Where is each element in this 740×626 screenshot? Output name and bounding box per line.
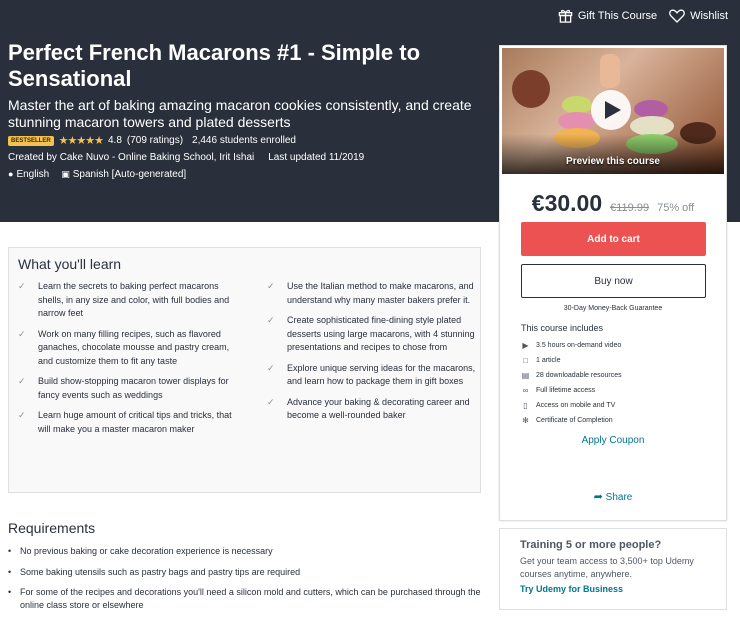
requirements-list: No previous baking or cake decoration ex… (8, 545, 488, 619)
check-icon: ✓ (267, 315, 275, 325)
requirements-title: Requirements (8, 520, 96, 536)
purchase-card: Preview this course €30.00 €119.99 75% o… (499, 45, 727, 521)
check-icon: ✓ (267, 396, 275, 407)
original-price: €119.99 (610, 202, 650, 214)
last-updated: Last updated 11/2019 (268, 152, 365, 163)
include-text: Access on mobile and TV (536, 402, 616, 409)
certificate-icon: ✻ (522, 416, 529, 425)
course-preview-video[interactable]: Preview this course (502, 48, 724, 174)
price-row: €30.00 €119.99 75% off (500, 190, 726, 217)
learn-list-right: ✓ Use the Italian method to make macarons… (267, 280, 482, 430)
gift-course-label: Gift This Course (577, 9, 658, 22)
learn-text: Advance your baking & decorating career … (287, 396, 470, 421)
heart-icon (669, 9, 685, 23)
business-promo: Training 5 or more people? Get your team… (499, 528, 727, 610)
add-to-cart-button[interactable]: Add to cart (521, 222, 706, 256)
article-icon: □ (523, 356, 528, 365)
mobile-icon: ▯ (523, 401, 528, 410)
include-text: Full lifetime access (536, 387, 596, 394)
learn-item: ✓ Work on many filling recipes, such as f… (18, 328, 233, 369)
wishlist-label: Wishlist (690, 9, 728, 22)
wishlist-button[interactable]: Wishlist (669, 9, 728, 23)
include-text: Certificate of Completion (536, 417, 613, 424)
rating-value: 4.8 (107, 135, 122, 146)
language-row: ● English ▣ Spanish [Auto-generated] (8, 169, 186, 180)
learn-text: Learn the secrets to baking perfect maca… (38, 281, 230, 318)
video-icon: ▶ (522, 341, 529, 350)
includes-title: This course includes (521, 323, 604, 333)
check-icon: ✓ (18, 281, 26, 291)
infinity-icon: ∞ (522, 386, 529, 395)
share-button[interactable]: ➦ Share (500, 490, 726, 503)
learn-item: ✓ Build show-stopping macaron tower displ… (18, 375, 233, 402)
apply-coupon-link[interactable]: Apply Coupon (500, 435, 726, 446)
instructors-link[interactable]: Created by Cake Nuvo - Online Baking Sch… (8, 152, 254, 163)
captions-label: Spanish [Auto-generated] (72, 169, 187, 180)
learn-item: ✓ Advance your baking & decorating career… (267, 396, 482, 423)
share-icon: ➦ (593, 491, 603, 503)
learn-item: ✓ Create sophisticated fine-dining style … (267, 314, 482, 355)
check-icon: ✓ (267, 362, 275, 373)
include-item: ∞ Full lifetime access (521, 383, 622, 398)
closed-captions-icon: ▣ (61, 169, 70, 179)
money-back-guarantee: 30-Day Money-Back Guarantee (563, 305, 663, 312)
business-description: Get your team access to 3,500+ top Udemy… (520, 556, 694, 579)
learn-text: Use the Italian method to make macarons,… (287, 281, 474, 305)
check-icon: ✓ (18, 410, 26, 420)
gift-icon (558, 9, 573, 23)
speech-bubble-icon: ● (8, 169, 14, 179)
include-item: ▶ 3.5 hours on-demand video (521, 338, 622, 353)
requirement-item: No previous baking or cake decoration ex… (8, 545, 488, 558)
learn-item: ✓ Explore unique serving ideas for the ma… (267, 362, 482, 389)
requirement-item: For some of the recipes and decorations … (8, 586, 488, 611)
learn-text: Build show-stopping macaron tower displa… (38, 376, 229, 400)
include-text: 28 downloadable resources (536, 372, 622, 379)
preview-shade (502, 134, 724, 174)
students-enrolled: 2,446 students enrolled (192, 135, 296, 146)
course-title: Perfect French Macarons #1 - Simple to S… (8, 40, 421, 91)
learn-item: ✓ Learn the secrets to baking perfect mac… (18, 280, 233, 321)
ratings-count-link[interactable]: (709 ratings) (127, 135, 183, 146)
play-button-icon[interactable] (591, 90, 631, 130)
check-icon: ✓ (18, 328, 26, 339)
current-price: €30.00 (531, 190, 603, 216)
learn-text: Create sophisticated fine-dining style p… (287, 315, 475, 352)
discount-label: 75% off (657, 202, 695, 214)
rating-row: BESTSELLER ★★★★★ 4.8 (709 ratings) 2,446… (8, 134, 296, 147)
captions-item: ▣ Spanish [Auto-generated] (61, 169, 186, 180)
check-icon: ✓ (267, 281, 275, 291)
share-label: Share (605, 492, 633, 503)
resources-icon: ▤ (521, 371, 530, 380)
star-rating-icon: ★★★★★ (58, 135, 104, 147)
check-icon: ✓ (18, 376, 26, 386)
bestseller-badge: BESTSELLER (8, 135, 54, 146)
created-row: Created by Cake Nuvo - Online Baking Sch… (8, 152, 364, 163)
course-subtitle: Master the art of baking amazing macaron… (8, 97, 472, 130)
learn-list-left: ✓ Learn the secrets to baking perfect mac… (18, 280, 233, 443)
learn-item: ✓ Learn huge amount of critical tips and … (18, 409, 233, 436)
gift-course-button[interactable]: Gift This Course (558, 8, 657, 23)
buy-now-button[interactable]: Buy now (521, 264, 706, 298)
language-label: English (16, 169, 50, 180)
preview-label: Preview this course (566, 156, 660, 167)
requirement-item: Some baking utensils such as pastry bags… (8, 566, 488, 579)
language-item: ● English (8, 169, 49, 180)
business-title: Training 5 or more people? (520, 539, 662, 551)
what-you-learn-box: What you'll learn ✓ Learn the secrets to … (8, 247, 481, 493)
include-text: 3.5 hours on-demand video (536, 342, 622, 349)
learn-item: ✓ Use the Italian method to make macarons… (267, 280, 482, 307)
learn-text: Work on many filling recipes, such as fl… (38, 328, 230, 366)
includes-list: ▶ 3.5 hours on-demand video □ 1 article ▤ 2… (521, 338, 622, 428)
learn-text: Learn huge amount of critical tips and t… (38, 410, 232, 434)
include-text: 1 article (536, 357, 561, 364)
try-business-link[interactable]: Try Udemy for Business (520, 584, 706, 594)
include-item: ✻ Certificate of Completion (521, 413, 622, 428)
topbar-actions: Gift This Course Wishlist (558, 8, 728, 23)
learn-title: What you'll learn (18, 256, 122, 272)
learn-text: Explore unique serving ideas for the mac… (287, 362, 476, 387)
include-item: ▤ 28 downloadable resources (521, 368, 622, 383)
include-item: □ 1 article (521, 353, 622, 368)
include-item: ▯ Access on mobile and TV (521, 398, 622, 413)
